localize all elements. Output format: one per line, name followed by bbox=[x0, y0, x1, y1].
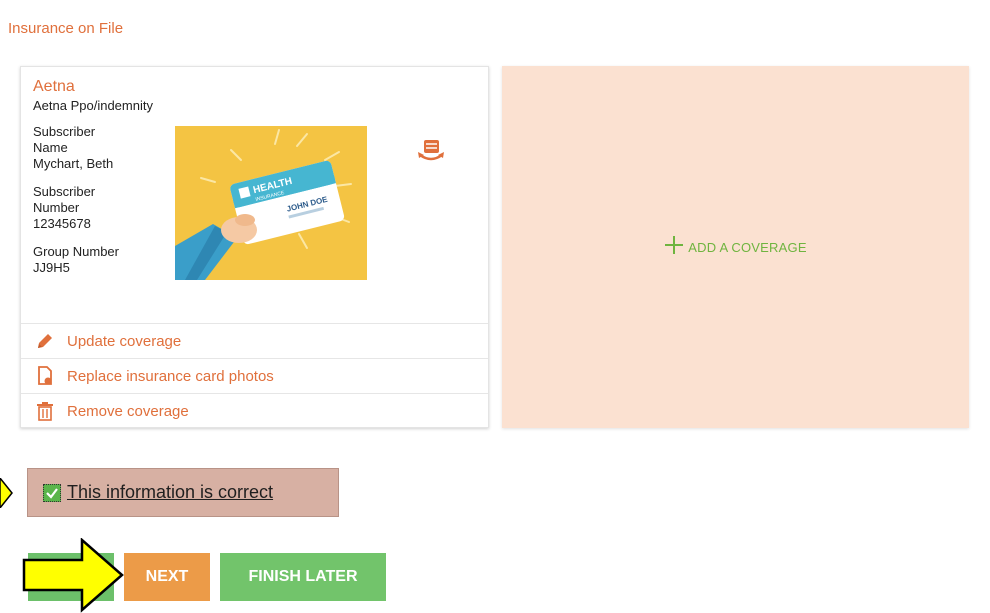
file-replace-icon bbox=[35, 366, 55, 386]
payer-name: Aetna bbox=[33, 78, 75, 95]
annotation-arrow-icon bbox=[22, 538, 124, 613]
next-button[interactable]: NEXT bbox=[124, 553, 210, 601]
subscriber-name-value: Mychart, Beth bbox=[33, 156, 114, 171]
update-coverage-label: Update coverage bbox=[67, 332, 182, 350]
plus-icon bbox=[664, 235, 684, 260]
plan-name: Aetna Ppo/indemnity bbox=[33, 98, 153, 113]
subscriber-number-label: Subscriber Number bbox=[33, 184, 96, 215]
swap-card-icon[interactable] bbox=[416, 135, 446, 165]
coverage-actions: Update coverage Replace insurance card p… bbox=[21, 323, 488, 428]
add-coverage-button[interactable]: ADD A COVERAGE bbox=[502, 66, 969, 428]
coverage-card: Aetna Aetna Ppo/indemnity Subscriber Nam… bbox=[20, 66, 489, 428]
remove-coverage-link[interactable]: Remove coverage bbox=[21, 393, 488, 428]
subscriber-number-value: 12345678 bbox=[33, 216, 91, 231]
replace-card-photos-link[interactable]: Replace insurance card photos bbox=[21, 358, 488, 393]
coverage-info: Aetna Aetna Ppo/indemnity Subscriber Nam… bbox=[33, 77, 183, 288]
insurance-card-illustration: HEALTH INSURANCE JOHN DOE bbox=[175, 126, 367, 280]
trash-icon bbox=[35, 401, 55, 421]
update-coverage-link[interactable]: Update coverage bbox=[21, 323, 488, 358]
add-coverage-label: ADD A COVERAGE bbox=[688, 239, 807, 255]
group-number-value: JJ9H5 bbox=[33, 260, 70, 275]
replace-card-photos-label: Replace insurance card photos bbox=[67, 367, 274, 385]
checkbox-checked-icon bbox=[43, 483, 61, 502]
finish-later-button[interactable]: FINISH LATER bbox=[220, 553, 386, 601]
annotation-arrow-small-icon bbox=[0, 478, 13, 508]
section-title: Insurance on File bbox=[8, 20, 124, 37]
pencil-icon bbox=[35, 331, 55, 351]
remove-coverage-label: Remove coverage bbox=[67, 402, 189, 420]
confirm-info-label: This information is correct bbox=[67, 482, 274, 502]
subscriber-name-label: Subscriber Name bbox=[33, 124, 96, 155]
group-number-label: Group Number bbox=[33, 244, 119, 259]
confirm-info-checkbox[interactable]: This information is correct bbox=[27, 468, 339, 517]
insurance-card-image: HEALTH INSURANCE JOHN DOE bbox=[175, 126, 367, 280]
